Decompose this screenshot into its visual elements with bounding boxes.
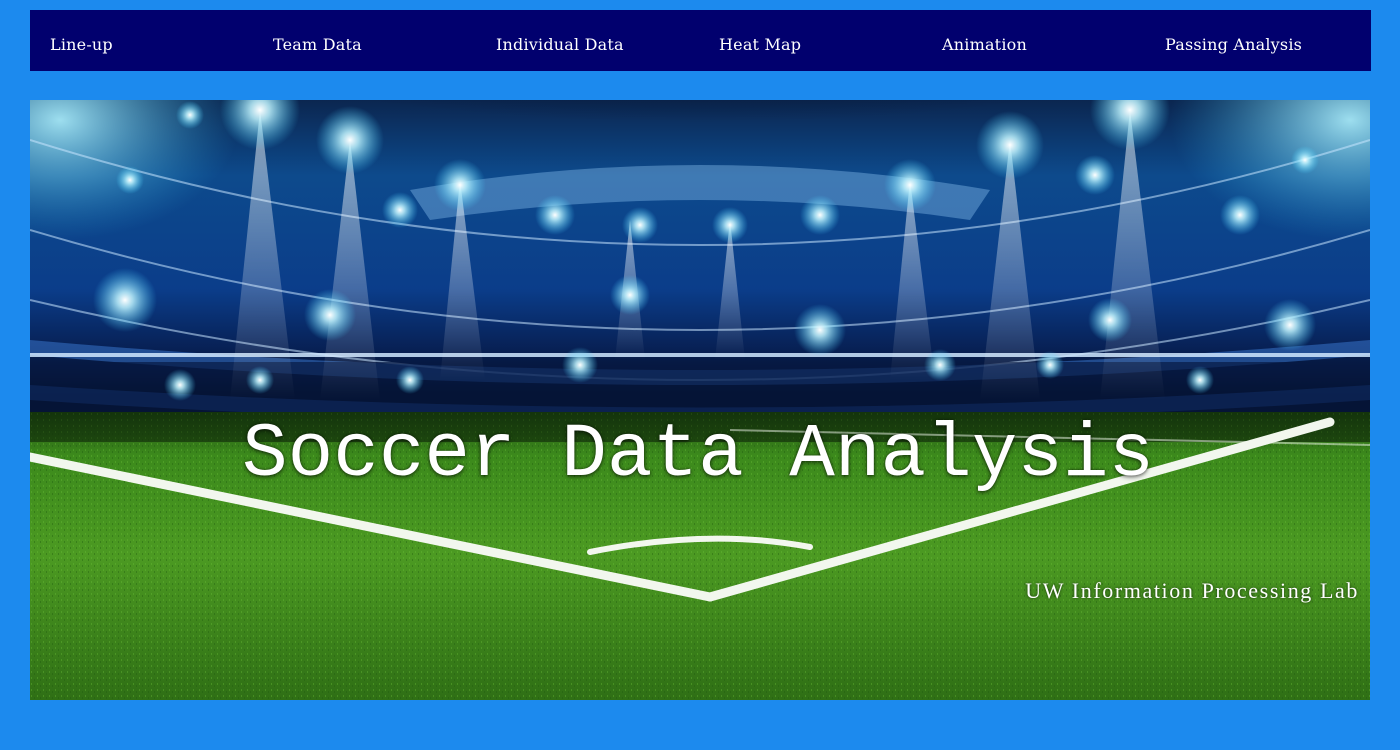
- nav-item-animation[interactable]: Animation: [942, 10, 1027, 71]
- top-navigation-bar: Line-up Team Data Individual Data Heat M…: [30, 10, 1371, 71]
- nav-item-individual-data[interactable]: Individual Data: [496, 10, 624, 71]
- hero-title: Soccer Data Analysis: [242, 412, 1155, 498]
- hero-banner: Soccer Data Analysis UW Information Proc…: [30, 100, 1370, 700]
- nav-item-passing-analysis[interactable]: Passing Analysis: [1165, 10, 1302, 71]
- nav-item-heat-map[interactable]: Heat Map: [719, 10, 801, 71]
- nav-item-lineup[interactable]: Line-up: [50, 10, 113, 71]
- hero-subtitle: UW Information Processing Lab: [1025, 578, 1359, 603]
- nav-item-team-data[interactable]: Team Data: [273, 10, 362, 71]
- stadium-night-image: [30, 100, 1370, 700]
